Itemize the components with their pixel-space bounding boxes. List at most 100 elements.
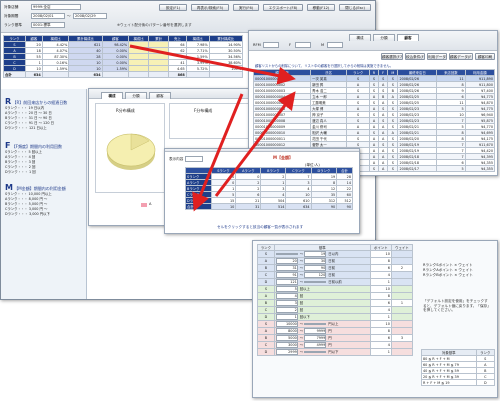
criteria-from-input[interactable]: 5 [275,286,298,292]
weight-cell[interactable]: 3 [390,334,414,342]
m-title: M【金額】 [273,155,293,160]
weight-cell[interactable] [390,250,414,258]
point-input[interactable]: 4 [369,271,392,279]
settings-button[interactable]: 設定(F1) [159,4,187,11]
f-select[interactable] [295,42,311,48]
rank-select[interactable]: 0001:標準 [31,22,65,28]
point-input[interactable]: 6 [369,264,392,272]
total-cell [208,71,244,78]
close-button[interactable]: 閉じる(Esc) [339,4,371,11]
weight-cell[interactable] [390,278,414,286]
rank-matrix-table: ランク 顧客 構成比 累計構成比 顧客 構成比 累計 売上 構成比 累計構成比 … [3,35,244,78]
execute-button[interactable]: 実行(F6) [233,4,259,11]
customer-print-button[interactable]: 顧客印刷 [475,53,495,60]
criteria-from-input[interactable]: 1 [275,314,298,320]
point-input[interactable]: 4 [369,306,392,314]
threshold-rows: 80 ≦ R + F + M S 60 ≦ R + F + M ≦ 79 A 40 ≦ … [421,355,496,386]
criteria-to-input[interactable]: 4999 [304,342,327,348]
date-from-input[interactable]: 2008/02/01 [31,13,65,19]
criteria-from-input[interactable]: 4 [275,293,298,299]
criteria-from-input[interactable]: 91 [275,272,298,278]
point-input[interactable]: 6 [369,299,392,307]
customer-select-button[interactable]: 顧客選択(F7) [381,53,403,60]
weight-cell[interactable] [390,257,414,265]
weight-cell[interactable] [390,341,414,349]
criteria-to-input[interactable]: 19 [304,251,327,257]
point-input[interactable]: 10 [369,285,392,293]
criteria-unit: 日前 [328,259,336,263]
move-button[interactable]: 移動(F12) [307,4,335,11]
criteria-from-input[interactable]: 121 [275,279,298,285]
cross-toolbar [165,149,359,152]
weight-cell[interactable] [390,327,414,335]
point-input[interactable]: 4 [369,341,392,349]
criteria-from-input[interactable]: 8000 [275,328,298,334]
weight-cell[interactable] [390,306,414,314]
criteria-cell: 91 〜 120 日前 [273,271,371,279]
criteria-to-input[interactable] [304,323,327,325]
weight-cell[interactable] [390,271,414,279]
criteria-from-input[interactable] [275,253,298,255]
chart-title: R分布構成 [116,108,135,113]
date-to-input[interactable]: 2008/02/29 [73,13,107,19]
tab-customer[interactable]: 顧客 [149,92,171,99]
criteria-to-input[interactable]: 90 [304,265,327,271]
rank-label: B [257,264,275,272]
point-input[interactable]: 1 [369,278,392,286]
criteria-to-input[interactable]: 9999 [304,328,327,334]
weight-cell[interactable] [390,313,414,321]
label-f: F [289,43,292,47]
settings-row: C 91 〜 120 日前 4 [257,271,414,279]
point-input[interactable]: 1 [369,313,392,321]
weight-cell[interactable]: 2 [390,264,414,272]
axis-select[interactable] [185,156,203,162]
criteria-from-input[interactable]: 5000 [275,335,298,341]
criteria-from-input[interactable]: 31 [275,265,298,271]
criteria-unit: 回以上 [299,287,310,291]
weight-cell[interactable] [390,320,414,328]
customer-cell: 5 [436,165,466,172]
criteria-to-input[interactable] [304,281,327,283]
tab-composition[interactable]: 構成 [349,34,371,41]
rfm-f-row: Dランク・・・ 1 回 [5,170,36,174]
criteria-unit: 回 [299,294,304,298]
weight-cell[interactable] [390,292,414,300]
system-select[interactable]: 9999:全店 [31,4,81,10]
weight-cell[interactable] [390,285,414,293]
criteria-to-input[interactable]: 120 [304,272,327,278]
legend-a: A [149,202,152,206]
point-input[interactable]: 8 [369,292,392,300]
tab-composition[interactable]: 構成 [101,92,123,99]
criteria-from-input[interactable]: 2999 [275,349,298,355]
criteria-from-input[interactable]: 3 [275,300,298,306]
rfm-select[interactable] [263,42,279,48]
point-input[interactable]: 8 [369,257,392,265]
filter-button[interactable]: 絞込条件(F9) [405,53,425,60]
criteria-to-input[interactable]: 30 [304,258,327,264]
point-input[interactable]: 6 [369,334,392,342]
criteria-from-input[interactable]: 2 [275,307,298,313]
point-input[interactable]: 10 [369,320,392,328]
refresh-button[interactable]: 再表示/検索(F5) [191,4,229,11]
criteria-from-input[interactable]: 20 [275,258,298,264]
total-cell [148,71,170,78]
criteria-to-input[interactable] [304,351,327,353]
tab-customer[interactable]: 顧客 [397,34,419,41]
m-select[interactable] [327,42,343,48]
weight-cell[interactable] [390,348,414,356]
criteria-from-input[interactable]: 10000 [275,321,298,327]
tab-classification[interactable]: 分類 [125,92,147,99]
point-input[interactable]: 10 [369,250,392,258]
criteria-to-input[interactable]: 7999 [304,335,327,341]
rfm-f-title: F 【F頻度】期間内の利用回数 [5,141,85,150]
usage-data-button[interactable]: 利用データ [427,53,447,60]
weight-cell[interactable]: 1 [390,299,414,307]
criteria-cell: 3回 [273,299,371,307]
point-input[interactable]: 8 [369,327,392,335]
customer-data-button[interactable]: 顧客データ(F10) [449,53,473,60]
criteria-from-input[interactable]: 3000 [275,342,298,348]
criteria-unit: 日前 [328,266,336,270]
export-button[interactable]: エクスポート(F8) [263,4,303,11]
point-input[interactable]: 1 [369,348,392,356]
tab-classification[interactable]: 分類 [373,34,395,41]
